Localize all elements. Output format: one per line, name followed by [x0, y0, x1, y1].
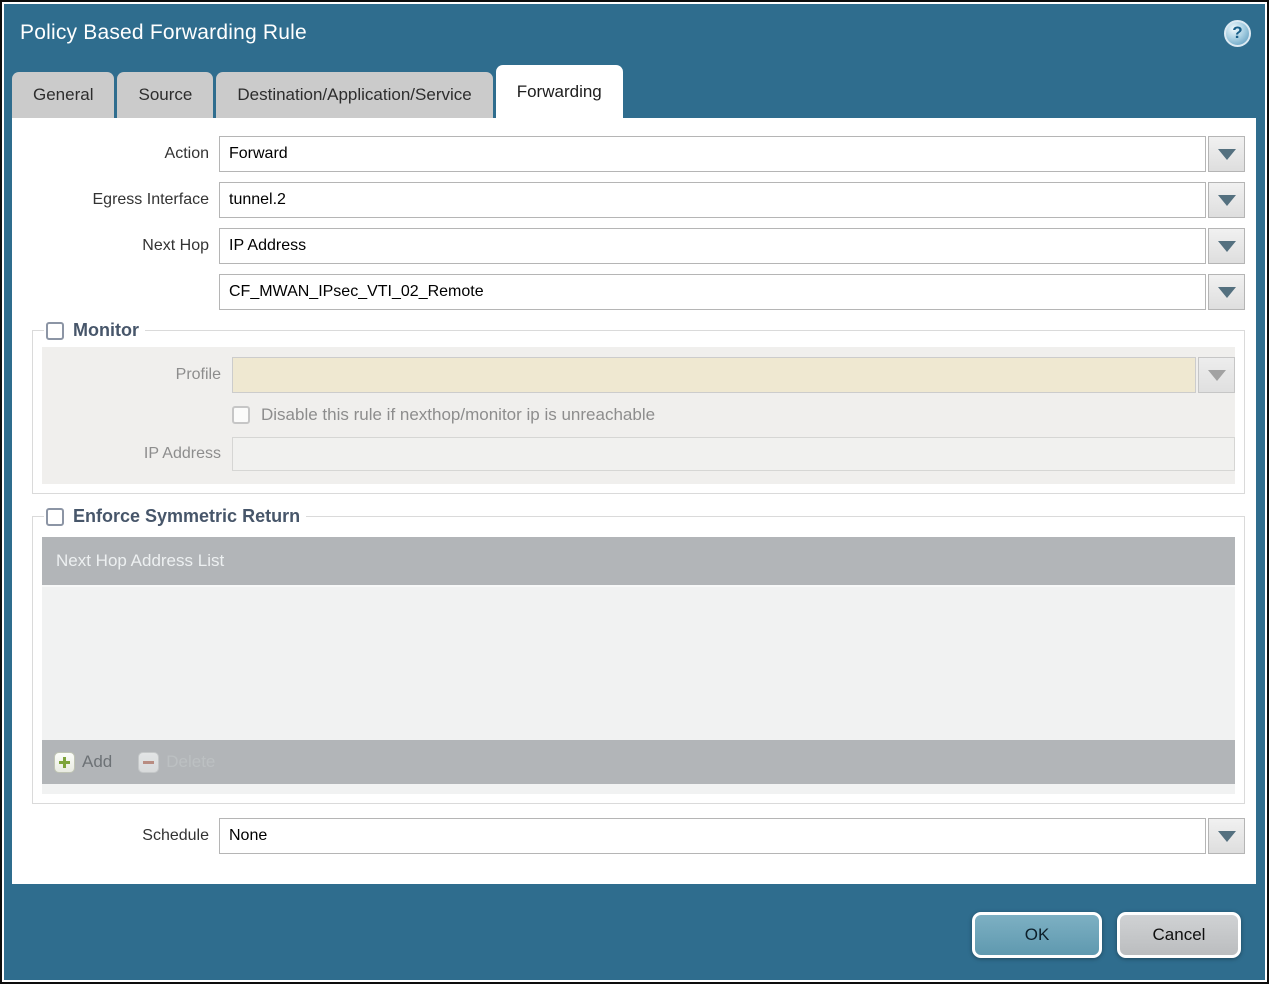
- schedule-label: Schedule: [142, 827, 209, 844]
- next-hop-address-value[interactable]: CF_MWAN_IPsec_VTI_02_Remote: [219, 274, 1206, 310]
- enforce-symmetric-return-group: Enforce Symmetric Return Next Hop Addres…: [32, 506, 1245, 804]
- monitor-ip-address-label: IP Address: [143, 445, 221, 462]
- monitor-legend: Monitor: [44, 320, 145, 341]
- ok-button[interactable]: OK: [972, 912, 1102, 958]
- profile-label: Profile: [175, 366, 221, 383]
- schedule-combo: None: [219, 818, 1245, 854]
- add-button-label: Add: [82, 752, 113, 771]
- tab-general[interactable]: General: [12, 72, 115, 118]
- cancel-button[interactable]: Cancel: [1117, 912, 1241, 958]
- plus-icon: [54, 751, 75, 773]
- action-row: Action Forward: [12, 136, 1245, 172]
- schedule-dropdown-button[interactable]: [1208, 818, 1245, 854]
- egress-interface-label: Egress Interface: [92, 191, 210, 208]
- monitor-title: Monitor: [73, 320, 139, 340]
- egress-interface-row: Egress Interface tunnel.2: [12, 182, 1245, 218]
- monitor-ip-address-row: IP Address: [42, 437, 1235, 471]
- delete-button-label: Delete: [166, 752, 216, 771]
- enforce-symmetric-return-checkbox[interactable]: [46, 507, 64, 526]
- chevron-down-icon: [1207, 369, 1226, 381]
- schedule-row: Schedule None: [12, 818, 1245, 854]
- action-value[interactable]: Forward: [219, 136, 1206, 172]
- policy-based-forwarding-rule-dialog: Policy Based Forwarding Rule ? General S…: [0, 0, 1269, 984]
- disable-rule-row: Disable this rule if nexthop/monitor ip …: [42, 405, 1235, 425]
- profile-combo: [232, 357, 1235, 393]
- chevron-down-icon: [1217, 286, 1236, 298]
- table-bottom-strip: [42, 784, 1235, 794]
- disable-rule-checkbox: [232, 406, 250, 424]
- schedule-value[interactable]: None: [219, 818, 1206, 854]
- monitor-ip-address-input: [232, 437, 1235, 471]
- dialog-footer: OK Cancel: [2, 884, 1267, 958]
- tab-forwarding[interactable]: Forwarding: [495, 65, 623, 118]
- monitor-group: Monitor Profile Disable this rule if nex…: [32, 320, 1245, 494]
- monitor-panel: Profile Disable this rule if nexthop/mon…: [42, 347, 1235, 484]
- next-hop-label: Next Hop: [142, 237, 209, 254]
- minus-icon: [138, 751, 160, 773]
- dialog-titlebar: Policy Based Forwarding Rule ?: [2, 2, 1267, 64]
- tab-destination-application-service[interactable]: Destination/Application/Service: [216, 72, 493, 118]
- next-hop-row: Next Hop IP Address: [12, 228, 1245, 264]
- chevron-down-icon: [1217, 148, 1236, 160]
- chevron-down-icon: [1217, 830, 1236, 842]
- add-button[interactable]: Add: [54, 751, 113, 773]
- enforce-symmetric-return-title: Enforce Symmetric Return: [73, 506, 301, 526]
- next-hop-address-dropdown-button[interactable]: [1208, 274, 1245, 310]
- action-dropdown-button[interactable]: [1208, 136, 1245, 172]
- next-hop-address-list-body[interactable]: [42, 585, 1235, 740]
- egress-interface-value[interactable]: tunnel.2: [219, 182, 1206, 218]
- tab-source[interactable]: Source: [117, 72, 214, 118]
- action-combo: Forward: [219, 136, 1245, 172]
- next-hop-dropdown-button[interactable]: [1208, 228, 1245, 264]
- monitor-checkbox[interactable]: [46, 321, 64, 340]
- next-hop-combo: IP Address: [219, 228, 1245, 264]
- disable-rule-label: Disable this rule if nexthop/monitor ip …: [261, 405, 656, 424]
- profile-value: [232, 357, 1196, 393]
- enforce-symmetric-return-legend: Enforce Symmetric Return: [44, 506, 306, 527]
- egress-interface-combo: tunnel.2: [219, 182, 1245, 218]
- next-hop-address-list-table: Next Hop Address List Add Delete: [42, 537, 1235, 794]
- tab-bar: General Source Destination/Application/S…: [2, 64, 1267, 118]
- egress-interface-dropdown-button[interactable]: [1208, 182, 1245, 218]
- forwarding-tab-panel: Action Forward Egress Interface tunnel.2…: [12, 118, 1256, 884]
- next-hop-address-row: CF_MWAN_IPsec_VTI_02_Remote: [12, 274, 1245, 310]
- profile-dropdown-button: [1198, 357, 1235, 393]
- dialog-title: Policy Based Forwarding Rule: [20, 21, 307, 44]
- chevron-down-icon: [1217, 194, 1236, 206]
- next-hop-address-combo: CF_MWAN_IPsec_VTI_02_Remote: [219, 274, 1245, 310]
- next-hop-address-list-toolbar: Add Delete: [42, 740, 1235, 784]
- profile-row: Profile: [42, 357, 1235, 393]
- help-icon[interactable]: ?: [1224, 19, 1251, 47]
- delete-button: Delete: [138, 751, 216, 773]
- chevron-down-icon: [1217, 240, 1236, 252]
- action-label: Action: [164, 145, 209, 162]
- next-hop-address-list-header: Next Hop Address List: [42, 537, 1235, 585]
- next-hop-value[interactable]: IP Address: [219, 228, 1206, 264]
